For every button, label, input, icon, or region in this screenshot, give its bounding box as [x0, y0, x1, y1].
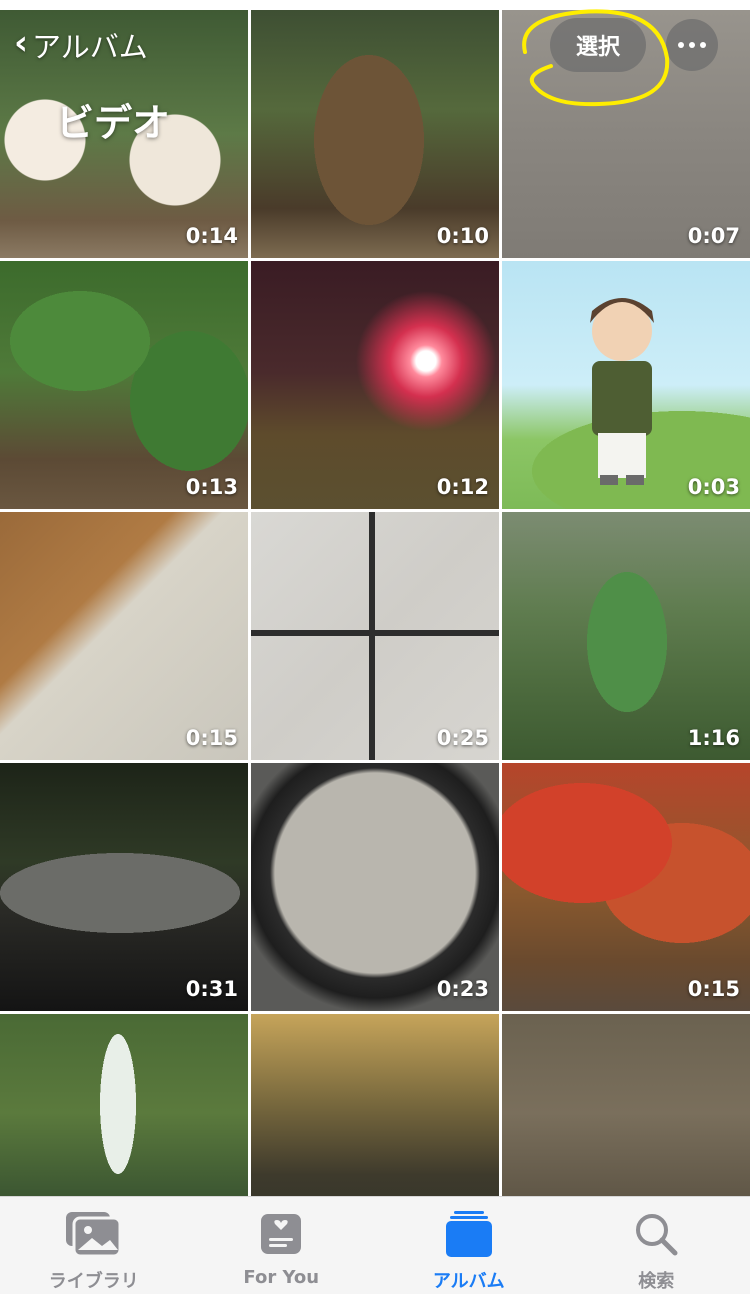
ellipsis-dot	[700, 42, 706, 48]
chevron-left-icon: ‹	[14, 23, 29, 63]
video-thumbnail[interactable]: 0:25	[251, 512, 499, 760]
video-duration: 0:14	[185, 224, 238, 248]
video-duration: 0:10	[436, 224, 489, 248]
tab-albums[interactable]: アルバム	[375, 1197, 563, 1294]
video-duration: 0:25	[436, 726, 489, 750]
back-button[interactable]: ‹ アルバム	[14, 24, 148, 66]
video-duration: 0:15	[687, 977, 740, 1001]
video-duration: 0:03	[687, 475, 740, 499]
video-thumbnail[interactable]	[251, 1014, 499, 1196]
select-button[interactable]: 選択	[550, 18, 646, 72]
video-duration: 0:31	[185, 977, 238, 1001]
video-duration: 1:16	[687, 726, 740, 750]
page-title: ビデオ	[56, 101, 171, 145]
video-duration: 0:07	[687, 224, 740, 248]
more-button[interactable]	[666, 19, 718, 71]
tab-bar: ライブラリ For You アルバム 検索	[0, 1196, 750, 1294]
photos-library-icon	[64, 1209, 124, 1259]
video-thumbnail[interactable]: 0:12	[251, 261, 499, 509]
tab-label: 検索	[638, 1271, 675, 1292]
tab-for-you[interactable]: For You	[188, 1197, 376, 1294]
video-duration: 0:23	[436, 977, 489, 1001]
tab-library[interactable]: ライブラリ	[0, 1197, 188, 1294]
video-grid: 0:14 0:10 0:07 0:13 0:12 0:03 0:15 0:25 …	[0, 0, 750, 1196]
ellipsis-dot	[689, 42, 695, 48]
video-thumbnail[interactable]: 0:10	[251, 10, 499, 258]
video-thumbnail[interactable]	[0, 1014, 248, 1196]
video-duration: 0:15	[185, 726, 238, 750]
video-duration: 0:12	[436, 475, 489, 499]
video-thumbnail[interactable]: 0:31	[0, 763, 248, 1011]
video-thumbnail[interactable]: 0:15	[0, 512, 248, 760]
video-thumbnail[interactable]: 0:13	[0, 261, 248, 509]
search-icon	[633, 1209, 679, 1259]
video-thumbnail[interactable]: 0:03	[502, 261, 750, 509]
ellipsis-icon	[678, 42, 684, 48]
video-thumbnail[interactable]: 1:16	[502, 512, 750, 760]
video-thumbnail[interactable]: 0:15	[502, 763, 750, 1011]
tab-label: ライブラリ	[48, 1271, 139, 1292]
albums-icon	[444, 1209, 494, 1259]
tab-search[interactable]: 検索	[563, 1197, 750, 1294]
video-thumbnail[interactable]	[502, 1014, 750, 1196]
tab-label: For You	[243, 1267, 320, 1288]
back-label: アルバム	[32, 30, 148, 64]
video-thumbnail[interactable]: 0:23	[251, 763, 499, 1011]
for-you-icon	[259, 1209, 303, 1259]
tab-label: アルバム	[432, 1271, 505, 1292]
avatar-illustration	[590, 298, 654, 485]
video-duration: 0:13	[185, 475, 238, 499]
